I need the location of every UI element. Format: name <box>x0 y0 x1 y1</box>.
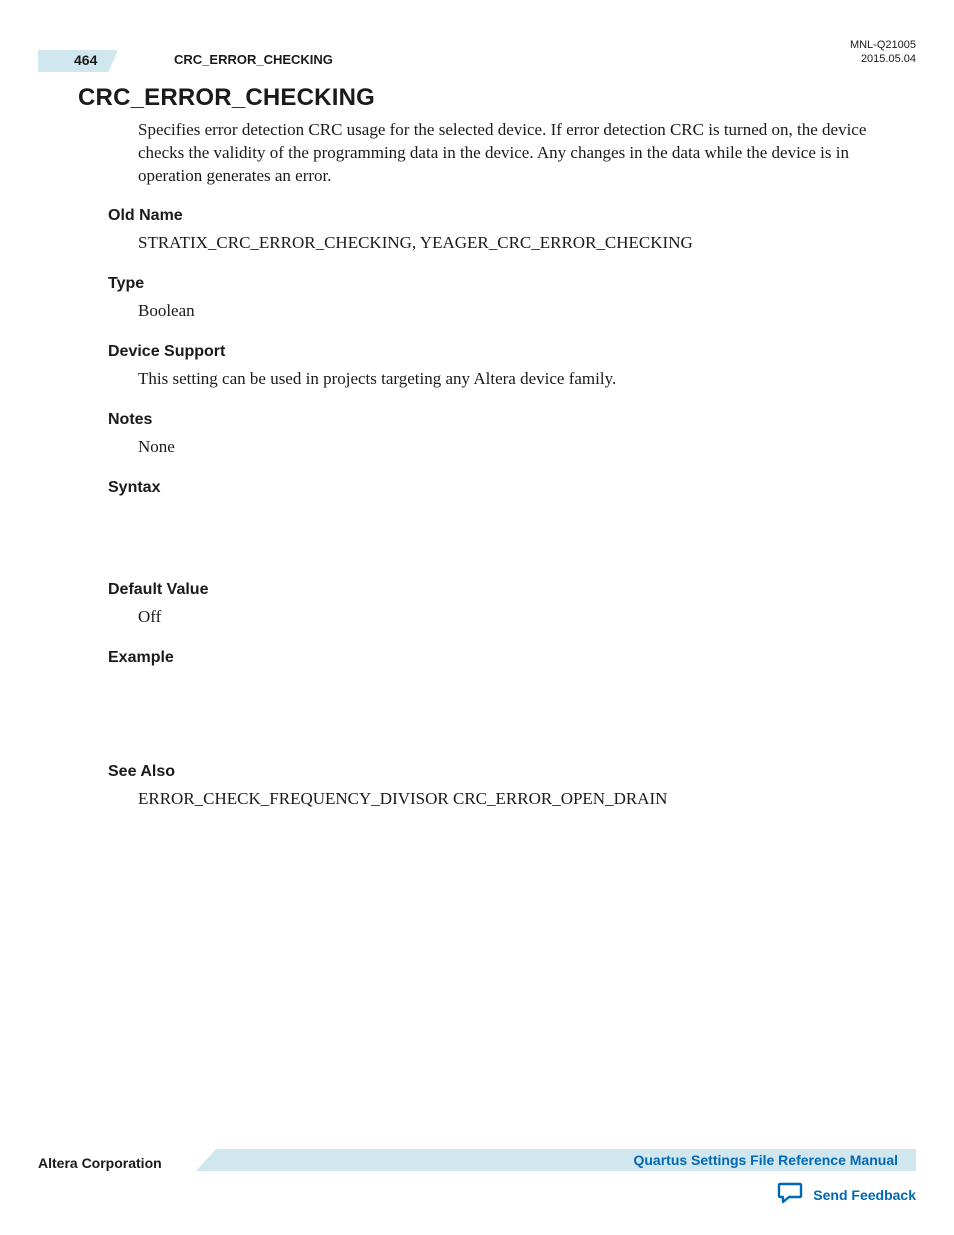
page-footer: Altera Corporation Quartus Settings File… <box>38 1149 916 1171</box>
section-notes: Notes None <box>108 411 894 459</box>
page-header: 464 CRC_ERROR_CHECKING <box>38 38 916 72</box>
doc-date: 2015.05.04 <box>850 52 916 66</box>
section-device-support: Device Support This setting can be used … <box>108 343 894 391</box>
send-feedback-link[interactable]: Send Feedback <box>777 1182 916 1207</box>
main-content: CRC_ERROR_CHECKING Specifies error detec… <box>78 84 894 831</box>
feedback-icon <box>777 1182 803 1207</box>
section-heading: Notes <box>108 411 894 429</box>
page-number: 464 <box>74 52 97 68</box>
section-type: Type Boolean <box>108 275 894 323</box>
doc-id: MNL-Q21005 <box>850 38 916 52</box>
section-heading: Syntax <box>108 479 894 497</box>
doc-meta: MNL-Q21005 2015.05.04 <box>850 38 916 66</box>
section-default-value: Default Value Off <box>108 581 894 629</box>
manual-link[interactable]: Quartus Settings File Reference Manual <box>633 1152 898 1168</box>
running-title: CRC_ERROR_CHECKING <box>174 52 333 67</box>
footer-company: Altera Corporation <box>38 1155 162 1171</box>
section-body: STRATIX_CRC_ERROR_CHECKING, YEAGER_CRC_E… <box>138 231 894 255</box>
section-body: This setting can be used in projects tar… <box>138 367 894 391</box>
section-heading: Old Name <box>108 207 894 225</box>
send-feedback-label: Send Feedback <box>813 1187 916 1203</box>
section-heading: Device Support <box>108 343 894 361</box>
section-body: Boolean <box>138 299 894 323</box>
footer-band: Quartus Settings File Reference Manual <box>196 1149 916 1171</box>
section-see-also: See Also ERROR_CHECK_FREQUENCY_DIVISOR C… <box>108 763 894 811</box>
section-heading: Example <box>108 649 894 667</box>
section-old-name: Old Name STRATIX_CRC_ERROR_CHECKING, YEA… <box>108 207 894 255</box>
section-body: ERROR_CHECK_FREQUENCY_DIVISOR CRC_ERROR_… <box>138 787 894 811</box>
description-text: Specifies error detection CRC usage for … <box>138 118 894 187</box>
section-heading: See Also <box>108 763 894 781</box>
section-body: Off <box>138 605 894 629</box>
section-example: Example <box>108 649 894 667</box>
page-title: CRC_ERROR_CHECKING <box>78 84 894 112</box>
page-number-badge: 464 <box>38 50 118 72</box>
section-syntax: Syntax <box>108 479 894 497</box>
section-body: None <box>138 435 894 459</box>
section-heading: Default Value <box>108 581 894 599</box>
section-heading: Type <box>108 275 894 293</box>
